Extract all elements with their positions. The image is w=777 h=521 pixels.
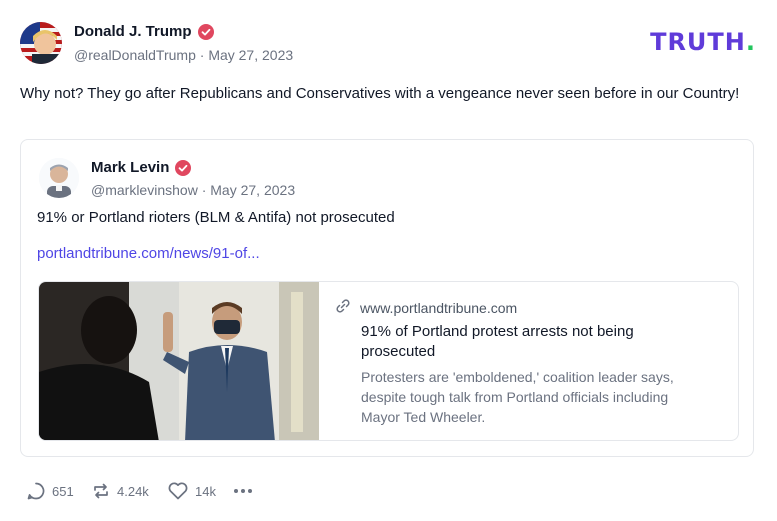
author-handle[interactable]: @realDonaldTrump — [74, 47, 196, 63]
heart-icon — [168, 482, 188, 500]
meta-separator: · — [199, 47, 205, 63]
card-domain: www.portlandtribune.com — [360, 300, 518, 316]
verified-badge-icon — [175, 160, 192, 177]
quote-author-name[interactable]: Mark Levin — [91, 159, 192, 177]
quoted-post[interactable]: Mark Levin @marklevinshow · May 27, 2023… — [20, 139, 754, 457]
post-date[interactable]: May 27, 2023 — [208, 47, 293, 63]
brand-dot: . — [745, 28, 756, 56]
link-preview-image — [39, 282, 319, 440]
author-name[interactable]: Donald J. Trump — [74, 23, 214, 41]
link-preview-card[interactable]: www.portlandtribune.com 91% of Portland … — [38, 281, 739, 441]
quote-author-name-text[interactable]: Mark Levin — [91, 159, 169, 176]
truth-logo[interactable]: TRUTH. — [650, 28, 756, 56]
card-description: Protesters are 'emboldened,' coalition l… — [361, 369, 674, 425]
quote-date[interactable]: May 27, 2023 — [210, 182, 295, 198]
reply-button[interactable]: 651 — [26, 480, 74, 502]
brand-wordmark: TRUTH — [650, 28, 746, 56]
author-meta: @realDonaldTrump · May 27, 2023 — [74, 47, 293, 63]
quote-author-meta: @marklevinshow · May 27, 2023 — [91, 182, 295, 198]
like-button[interactable]: 14k — [167, 480, 216, 502]
verified-badge-icon — [197, 24, 214, 41]
author-avatar[interactable] — [20, 22, 62, 64]
author-name-text[interactable]: Donald J. Trump — [74, 23, 192, 40]
repost-count: 4.24k — [117, 483, 149, 499]
like-count: 14k — [195, 483, 216, 499]
repost-button[interactable]: 4.24k — [91, 480, 149, 502]
quote-text: 91% or Portland rioters (BLM & Antifa) n… — [37, 209, 395, 226]
repost-icon — [94, 483, 108, 499]
quote-link[interactable]: portlandtribune.com/news/91-of... — [37, 245, 260, 262]
more-options-button[interactable] — [232, 480, 254, 502]
reply-icon — [27, 482, 45, 500]
post: Donald J. Trump @realDonaldTrump · May 2… — [0, 0, 777, 521]
link-icon — [336, 299, 350, 313]
meta-separator: · — [201, 182, 207, 198]
ellipsis-icon — [234, 489, 252, 493]
post-text: Why not? They go after Republicans and C… — [20, 85, 740, 102]
reply-count: 651 — [52, 483, 74, 499]
card-title[interactable]: 91% of Portland protest arrests not bein… — [361, 322, 701, 362]
quote-author-avatar[interactable] — [39, 158, 79, 198]
quote-author-handle[interactable]: @marklevinshow — [91, 182, 198, 198]
